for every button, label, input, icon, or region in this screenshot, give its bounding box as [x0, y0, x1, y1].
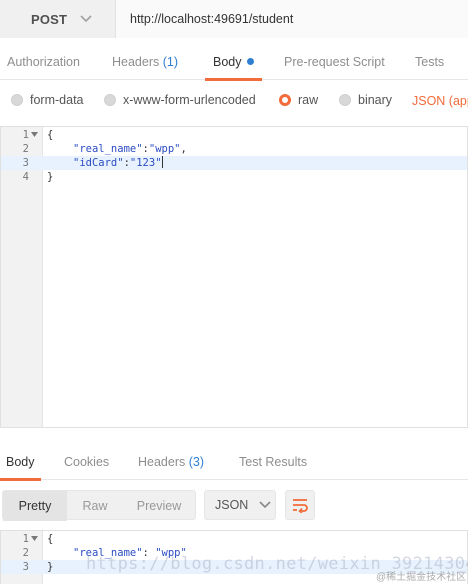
line-number: 3 [22, 157, 29, 169]
json-value: "123" [129, 157, 162, 169]
response-tab-body-label: Body [6, 455, 35, 469]
code-text: { [47, 129, 54, 141]
response-tab-cookies-label: Cookies [64, 455, 110, 469]
code-line: 1 { [1, 532, 467, 546]
wrap-lines-icon [293, 499, 308, 513]
text-cursor [161, 156, 163, 168]
radio-form-data-label: form-data [30, 93, 84, 107]
code-line: 1 { [1, 128, 467, 142]
code-line: 2 "real_name":"wpp", [1, 142, 467, 156]
tab-tests[interactable]: Tests [415, 38, 444, 80]
line-number: 2 [22, 547, 29, 559]
code-text: "idCard":"123" [73, 156, 163, 170]
radio-binary[interactable]: binary [339, 93, 392, 107]
view-raw-button[interactable]: Raw [67, 491, 123, 521]
tab-headers[interactable]: Headers (1) [112, 38, 178, 80]
line-number: 1 [22, 533, 29, 545]
method-label: POST [31, 11, 68, 27]
format-select-label: JSON [215, 498, 249, 512]
radio-urlencoded[interactable]: x-www-form-urlencoded [104, 93, 256, 107]
line-number: 4 [22, 171, 29, 183]
line-number: 2 [22, 143, 29, 155]
body-modified-dot [246, 58, 254, 65]
response-tab-headers-count: (3) [188, 455, 205, 469]
response-tabs: Body Cookies Headers (3) Test Results [0, 440, 468, 481]
radio-urlencoded-label: x-www-form-urlencoded [123, 93, 256, 107]
code-text: } [47, 561, 54, 573]
json-key: "real_name" [73, 143, 143, 155]
response-tab-cookies[interactable]: Cookies [64, 440, 109, 480]
view-preview-button[interactable]: Preview [123, 491, 195, 521]
json-comma: , [180, 143, 187, 155]
code-line-active: 3 "idCard":"123" [1, 156, 467, 170]
tab-prerequest-label: Pre-request Script [284, 55, 385, 69]
radio-raw[interactable]: raw [279, 93, 318, 107]
response-tab-body[interactable]: Body [0, 440, 40, 481]
body-type-options: form-data x-www-form-urlencoded raw bina… [0, 81, 468, 121]
tab-prerequest-script[interactable]: Pre-request Script [284, 38, 385, 80]
line-number: 3 [22, 561, 29, 573]
code-text: { [47, 533, 54, 545]
tab-body-label: Body [213, 55, 242, 69]
chevron-down-icon [259, 501, 271, 509]
code-text: } [47, 171, 54, 183]
fold-arrow-icon[interactable] [31, 132, 38, 138]
format-select[interactable]: JSON [204, 490, 276, 520]
view-mode-switch: Pretty Raw Preview [2, 490, 196, 521]
radio-raw-label: raw [298, 93, 319, 107]
url-input[interactable]: http://localhost:49691/student [116, 0, 468, 38]
radio-binary-label: binary [358, 93, 393, 107]
tab-headers-count: (1) [162, 55, 179, 69]
method-select[interactable]: POST [0, 0, 116, 38]
response-tab-test-results[interactable]: Test Results [239, 440, 307, 480]
response-view-toolbar: Pretty Raw Preview JSON [0, 490, 468, 522]
response-tab-test-results-label: Test Results [239, 455, 308, 469]
response-tab-headers[interactable]: Headers (3) [138, 440, 204, 480]
chevron-down-icon [80, 15, 92, 23]
code-text: "real_name":"wpp", [73, 142, 187, 156]
credit-text: @稀土掘金技术社区 [376, 572, 467, 583]
radio-form-data[interactable]: form-data [11, 93, 84, 107]
tab-authorization-label: Authorization [7, 55, 80, 69]
json-key: "idCard" [73, 157, 124, 169]
radio-circle [11, 94, 23, 106]
url-bar: POST http://localhost:49691/student [0, 0, 468, 38]
json-value: "wpp" [148, 143, 181, 155]
content-type-select[interactable]: JSON (app [412, 94, 468, 108]
radio-circle-selected [279, 94, 291, 106]
wrap-lines-button[interactable] [285, 490, 315, 520]
tab-tests-label: Tests [415, 55, 445, 69]
tab-body[interactable]: Body [205, 38, 261, 81]
line-number: 1 [22, 129, 29, 141]
radio-circle [104, 94, 116, 106]
tab-authorization[interactable]: Authorization [7, 38, 80, 80]
fold-arrow-icon[interactable] [31, 536, 38, 542]
request-tabs: Authorization Headers (1) Body Pre-reque… [0, 38, 468, 81]
request-body-editor[interactable]: 1 { 2 "real_name":"wpp", 3 "idCard":"123… [0, 126, 468, 428]
view-pretty-button[interactable]: Pretty [3, 491, 67, 521]
code-line: 4 } [1, 170, 467, 184]
tab-headers-label: Headers [112, 55, 160, 69]
radio-circle [339, 94, 351, 106]
response-tab-headers-label: Headers [138, 455, 186, 469]
